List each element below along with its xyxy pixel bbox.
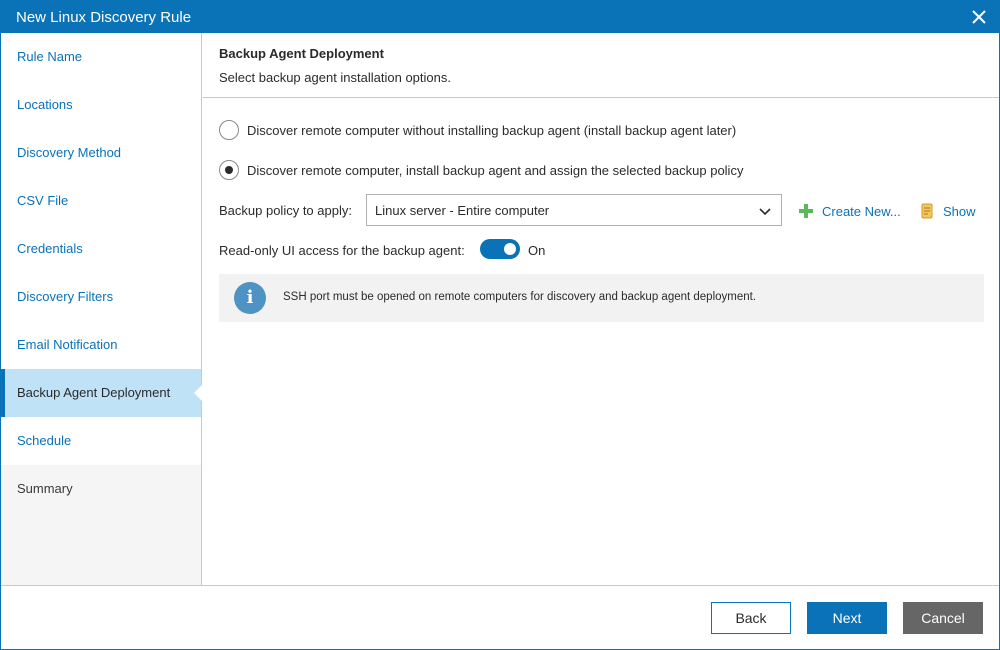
sidebar-item-backup-agent-deployment[interactable]: Backup Agent Deployment <box>1 369 202 417</box>
radio-option-discover-and-install[interactable]: Discover remote computer, install backup… <box>219 160 743 180</box>
backup-policy-value: Linux server - Entire computer <box>375 203 550 218</box>
page-title: Backup Agent Deployment <box>219 46 384 61</box>
window-title: New Linux Discovery Rule <box>16 9 192 26</box>
dialog-footer: Back Next Cancel <box>1 585 999 649</box>
create-new-label: Create New... <box>822 203 901 219</box>
step-header: Backup Agent Deployment Select backup ag… <box>203 33 999 98</box>
back-button[interactable]: Back <box>711 602 791 634</box>
close-icon[interactable] <box>969 7 989 27</box>
sidebar-item-credentials[interactable]: Credentials <box>1 225 201 273</box>
sidebar-item-summary: Summary <box>1 465 201 513</box>
toggle-state-text: On <box>528 243 546 258</box>
radio-button[interactable] <box>219 120 239 140</box>
readonly-access-toggle[interactable] <box>480 239 520 259</box>
chevron-down-icon <box>759 205 771 217</box>
next-button[interactable]: Next <box>807 602 887 634</box>
create-new-policy-button[interactable]: Create New... <box>798 201 901 221</box>
sidebar-item-discovery-method[interactable]: Discovery Method <box>1 129 201 177</box>
dialog: New Linux Discovery Rule Rule Name Locat… <box>0 0 1000 650</box>
page-subtitle: Select backup agent installation options… <box>219 70 451 85</box>
backup-policy-select[interactable]: Linux server - Entire computer <box>366 194 782 226</box>
readonly-access-label: Read-only UI access for the backup agent… <box>219 243 465 258</box>
sidebar-item-locations[interactable]: Locations <box>1 81 201 129</box>
toggle-knob <box>504 243 516 255</box>
show-policy-button[interactable]: Show <box>919 201 976 221</box>
sidebar-item-email-notification[interactable]: Email Notification <box>1 321 201 369</box>
scroll-document-icon <box>919 203 935 219</box>
radio-label: Discover remote computer, install backup… <box>247 162 744 178</box>
sidebar-item-schedule[interactable]: Schedule <box>1 417 201 465</box>
sidebar-item-rule-name[interactable]: Rule Name <box>1 33 201 81</box>
wizard-steps-sidebar: Rule Name Locations Discovery Method CSV… <box>1 33 202 585</box>
sidebar-item-discovery-filters[interactable]: Discovery Filters <box>1 273 201 321</box>
main-content: Backup Agent Deployment Select backup ag… <box>203 33 999 585</box>
info-icon: i <box>234 282 266 314</box>
show-label: Show <box>943 203 976 219</box>
plus-icon <box>798 203 814 219</box>
sidebar-item-csv-file[interactable]: CSV File <box>1 177 201 225</box>
radio-button-selected[interactable] <box>219 160 239 180</box>
title-bar: New Linux Discovery Rule <box>1 1 999 33</box>
info-text: SSH port must be opened on remote comput… <box>283 291 757 303</box>
info-banner: i SSH port must be opened on remote comp… <box>219 274 984 322</box>
radio-option-discover-only[interactable]: Discover remote computer without install… <box>219 120 736 140</box>
backup-policy-label: Backup policy to apply: <box>219 203 352 218</box>
radio-label: Discover remote computer without install… <box>247 122 737 138</box>
cancel-button[interactable]: Cancel <box>903 602 983 634</box>
